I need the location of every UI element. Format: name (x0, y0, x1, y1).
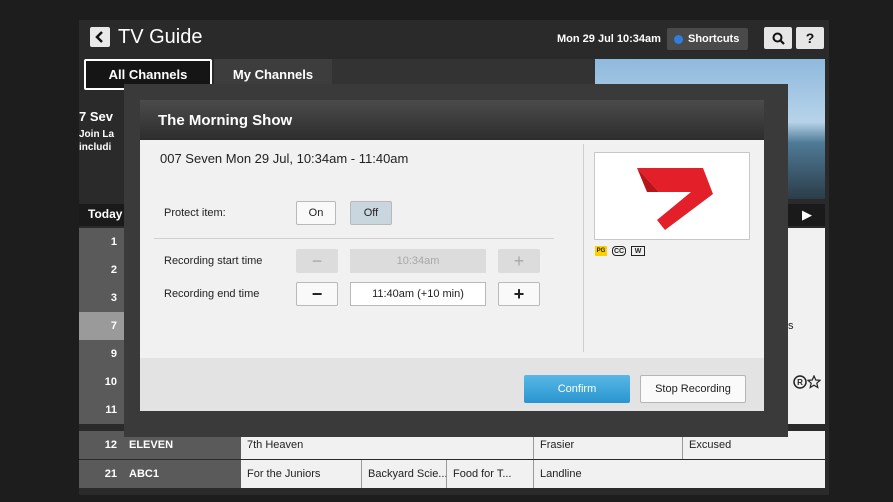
confirm-button[interactable]: Confirm (524, 375, 630, 403)
program-info-desc-2: includi (79, 142, 112, 153)
help-button[interactable]: ? (796, 27, 824, 49)
next-time-arrow-icon[interactable]: ▶ (802, 207, 812, 223)
end-time-field[interactable]: 11:40am (+10 min) (350, 282, 486, 306)
dialog-subtitle: 007 Seven Mon 29 Jul, 10:34am - 11:40am (160, 151, 409, 166)
today-label[interactable]: Today (88, 207, 122, 221)
program-cell[interactable]: Backyard Scie... (361, 460, 446, 488)
start-time-field[interactable]: 10:34am (350, 249, 486, 273)
channel-number: 10 (79, 368, 123, 396)
shortcuts-button[interactable]: Shortcuts (667, 28, 748, 50)
start-plus-button[interactable]: + (498, 249, 540, 273)
channel-name: ABC1 (123, 460, 241, 488)
rating-badges: PG CC W (595, 246, 645, 256)
end-minus-button[interactable]: − (296, 282, 338, 306)
pg-rating-badge: PG (595, 246, 607, 256)
svg-text:R: R (797, 378, 803, 387)
channel-number: 11 (79, 396, 123, 424)
back-button[interactable] (90, 27, 110, 47)
channel-number: 9 (79, 340, 123, 368)
protect-on-button[interactable]: On (296, 201, 336, 225)
dialog-title: The Morning Show (140, 100, 764, 140)
widescreen-icon: W (631, 246, 645, 256)
channel-number: 2 (79, 256, 123, 284)
program-info: 7 Sev Join La includi (79, 110, 114, 154)
channel-seven-logo (594, 152, 750, 240)
program-info-title: 7 Sev (79, 109, 113, 124)
chevron-left-icon (95, 31, 103, 43)
protect-item-label: Protect item: (164, 207, 226, 219)
favourite-star-icon (807, 375, 821, 389)
channel-number: 3 (79, 284, 123, 312)
program-cell[interactable]: For the Juniors (241, 460, 361, 488)
end-plus-button[interactable]: + (498, 282, 540, 306)
recording-dialog: The Morning Show 007 Seven Mon 29 Jul, 1… (140, 100, 764, 411)
search-button[interactable] (764, 27, 792, 49)
channel-number: 12 (79, 431, 123, 459)
stop-recording-button[interactable]: Stop Recording (640, 375, 746, 403)
program-info-desc-1: Join La (79, 129, 115, 140)
seven-logo-icon (637, 168, 713, 230)
protect-off-button[interactable]: Off (350, 201, 392, 225)
search-icon (772, 32, 785, 45)
record-icon: R (793, 375, 807, 389)
vertical-divider (583, 144, 584, 352)
guide-row[interactable]: 21 ABC1 For the Juniors Backyard Scie...… (79, 460, 825, 488)
closed-captions-icon: CC (612, 246, 626, 256)
blue-dot-icon (674, 34, 683, 44)
current-datetime: Mon 29 Jul 10:34am (557, 33, 661, 45)
start-minus-button[interactable]: − (296, 249, 338, 273)
program-cells: For the Juniors Backyard Scie... Food fo… (241, 460, 825, 488)
divider (154, 238, 554, 239)
channel-number: 7 (79, 312, 123, 340)
app-title: TV Guide (118, 26, 203, 48)
recording-end-label: Recording end time (164, 288, 260, 300)
program-cell[interactable]: Food for T... (446, 460, 533, 488)
channel-number: 21 (79, 460, 123, 488)
shortcuts-label: Shortcuts (688, 33, 740, 45)
recording-start-label: Recording start time (164, 255, 263, 267)
channel-number: 1 (79, 228, 123, 256)
program-cell[interactable]: Landline (533, 460, 825, 488)
